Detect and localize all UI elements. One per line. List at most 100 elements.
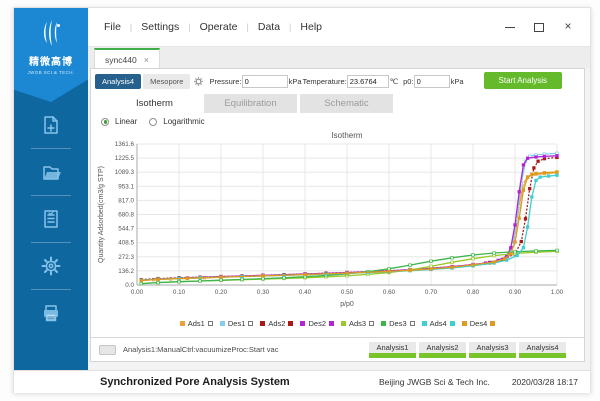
mesopore-button[interactable]: Mesopore (143, 74, 190, 89)
analysis2-button[interactable]: Analysis2 (419, 342, 466, 358)
svg-text:0.20: 0.20 (215, 289, 228, 296)
menu-items: File|Settings|Operate|Data|Help (88, 21, 322, 33)
minimize-icon[interactable] (504, 21, 516, 33)
tab-isotherm[interactable]: Isotherm (108, 94, 201, 113)
legend-marker-icon (450, 321, 455, 326)
menu-file[interactable]: File (104, 21, 121, 33)
progress-bar (519, 353, 566, 358)
report-icon[interactable] (39, 207, 63, 231)
sidebar-divider (31, 148, 71, 149)
legend-item-ads4: Ads4 (422, 319, 455, 328)
linear-radio[interactable] (101, 118, 109, 126)
svg-text:Quantity Adsorbed(cm3/g STP): Quantity Adsorbed(cm3/g STP) (98, 166, 105, 263)
analysis4-button[interactable]: Analysis4 (95, 74, 141, 89)
menu-separator: | (130, 22, 132, 32)
sidebar-divider (31, 195, 71, 196)
brand-english: JWGB SCI.& TECH. (14, 69, 88, 76)
legend-swatch-icon (381, 321, 386, 326)
analysis1-button[interactable]: Analysis1 (369, 342, 416, 358)
menu-data[interactable]: Data (258, 21, 280, 33)
temperature-input[interactable] (347, 75, 389, 88)
svg-text:0.60: 0.60 (383, 289, 396, 296)
progress-bar (469, 353, 516, 358)
analysis3-button[interactable]: Analysis3 (469, 342, 516, 358)
legend-item-des2: Des2 (300, 319, 334, 328)
legend-swatch-icon (300, 321, 305, 326)
svg-text:680.8: 680.8 (118, 212, 134, 219)
svg-text:0.90: 0.90 (509, 289, 522, 296)
menu-bar: File|Settings|Operate|Data|Help × (88, 8, 590, 46)
menu-separator: | (188, 22, 190, 32)
legend-label: Des2 (308, 319, 326, 328)
tab-equilibration[interactable]: Equilibration (204, 94, 297, 113)
settings-gear-icon[interactable] (39, 254, 63, 278)
sidebar-icon-menu (14, 108, 88, 330)
company-name: Beijing JWGB Sci & Tech Inc. (379, 377, 490, 387)
legend-swatch-icon (180, 321, 185, 326)
gear-icon[interactable] (193, 76, 204, 87)
document-tabstrip: sync440 × (88, 46, 590, 68)
analysis-button-label: Analysis4 (519, 342, 566, 353)
svg-text:544.7: 544.7 (118, 226, 134, 233)
brand-chinese: 精微高博 (14, 57, 88, 69)
close-icon[interactable]: × (562, 21, 574, 33)
legend-item-ads2: Ads2 (260, 319, 293, 328)
legend-label: Des3 (389, 319, 407, 328)
legend-item-ads3: Ads3 (341, 319, 374, 328)
legend-marker-icon (329, 321, 334, 326)
tab-close-icon[interactable]: × (144, 55, 149, 65)
analysis-button-label: Analysis2 (419, 342, 466, 353)
svg-text:953.1: 953.1 (118, 183, 134, 190)
svg-text:1225.5: 1225.5 (115, 155, 135, 162)
window-controls: × (504, 21, 590, 33)
svg-text:0.00: 0.00 (131, 289, 144, 296)
legend-marker-icon (369, 321, 374, 326)
tab-sync440[interactable]: sync440 × (94, 48, 160, 69)
legend-item-des3: Des3 (381, 319, 415, 328)
menu-help[interactable]: Help (300, 21, 322, 33)
open-file-icon[interactable] (39, 160, 63, 184)
app-window: 精微高博 JWGB SCI.& TECH. (13, 7, 591, 393)
analysis4-button[interactable]: Analysis4 (519, 342, 566, 358)
start-analysis-button[interactable]: Start Analysis (484, 72, 562, 89)
isotherm-chart: Isotherm Quantity Adsorbed(cm3/g STP) 0.0 1… (93, 129, 581, 322)
tab-schematic[interactable]: Schematic (300, 94, 393, 113)
svg-text:0.0: 0.0 (125, 282, 134, 289)
svg-text:817.0: 817.0 (118, 197, 134, 204)
view-tabs: IsothermEquilibrationSchematic (108, 94, 393, 113)
svg-text:0.50: 0.50 (341, 289, 354, 296)
progress-bar (419, 353, 466, 358)
menu-operate[interactable]: Operate (200, 21, 238, 33)
status-bar: Analysis1:ManualCtrl:vacuumizeProc:Start… (91, 337, 584, 361)
pressure-label: Pressure: (209, 77, 241, 86)
tab-label: sync440 (105, 55, 137, 65)
printer-icon[interactable] (39, 301, 63, 325)
legend-swatch-icon (422, 321, 427, 326)
maximize-icon[interactable] (533, 21, 545, 33)
svg-text:Isotherm: Isotherm (331, 131, 362, 140)
legend-swatch-icon (260, 321, 265, 326)
temperature-unit: ℃ (390, 77, 398, 86)
p0-unit: kPa (451, 77, 464, 86)
p0-input[interactable] (414, 75, 450, 88)
toolbar: Analysis4 Mesopore Pressure: kPa Tempera… (95, 72, 582, 91)
sidebar-divider (31, 242, 71, 243)
legend-marker-icon (410, 321, 415, 326)
svg-text:136.2: 136.2 (118, 268, 134, 275)
pressure-input[interactable] (242, 75, 288, 88)
jwgb-logo-icon (34, 16, 68, 50)
svg-text:0.10: 0.10 (173, 289, 186, 296)
svg-text:408.5: 408.5 (118, 240, 134, 247)
svg-text:1089.3: 1089.3 (115, 169, 135, 176)
pressure-unit: kPa (289, 77, 302, 86)
progress-bar (369, 353, 416, 358)
svg-text:0.80: 0.80 (467, 289, 480, 296)
scale-radio-group: Linear Logarithmic (101, 117, 213, 126)
new-document-icon[interactable] (39, 113, 63, 137)
main-area: File|Settings|Operate|Data|Help × sync44… (88, 8, 590, 370)
logarithmic-radio[interactable] (149, 118, 157, 126)
status-indicator-icon (99, 345, 116, 355)
menu-settings[interactable]: Settings (141, 21, 179, 33)
legend-marker-icon (248, 321, 253, 326)
p0-label: p0: (403, 77, 413, 86)
